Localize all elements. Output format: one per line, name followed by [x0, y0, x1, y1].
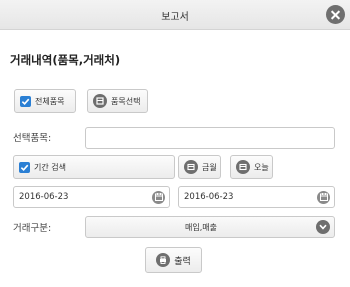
select-item-label: 품목선택: [111, 96, 141, 106]
chevron-down-icon: [316, 220, 330, 234]
calendar-icon[interactable]: [317, 190, 330, 204]
selected-item-input[interactable]: [85, 127, 335, 149]
this-month-button[interactable]: 금월: [178, 155, 221, 179]
trade-type-label: 거래구분:: [13, 223, 52, 234]
start-date-field[interactable]: 2016-06-23: [13, 186, 170, 208]
end-date-field[interactable]: 2016-06-23: [178, 186, 335, 208]
circle-icon: [236, 160, 250, 174]
calendar-icon[interactable]: [152, 190, 165, 204]
trade-type-value: 매입,매출: [185, 222, 217, 232]
trade-type-select[interactable]: 매입,매출: [85, 216, 335, 238]
window-title: 보고서: [161, 12, 189, 23]
period-search-label: 기간 검색: [34, 162, 66, 172]
title-bar: 보고서: [0, 0, 350, 30]
check-icon: [20, 95, 31, 107]
end-date-value: 2016-06-23: [184, 192, 234, 202]
selected-item-label: 선택품목:: [13, 133, 52, 144]
all-items-checkbox[interactable]: 전체품목: [14, 89, 76, 113]
period-search-checkbox[interactable]: 기간 검색: [13, 155, 175, 179]
check-icon: [19, 161, 30, 173]
print-icon: [156, 253, 171, 267]
today-button[interactable]: 오늘: [230, 155, 273, 179]
today-label: 오늘: [254, 162, 269, 172]
close-icon[interactable]: [326, 5, 345, 24]
circle-icon: [93, 94, 107, 108]
this-month-label: 금월: [202, 162, 217, 172]
select-item-button[interactable]: 품목선택: [87, 89, 148, 113]
start-date-value: 2016-06-23: [19, 192, 69, 202]
print-button[interactable]: 출력: [145, 247, 202, 273]
all-items-label: 전체품목: [35, 96, 65, 106]
print-label: 출력: [174, 256, 191, 267]
section-title: 거래내역(품목,거래처): [10, 53, 121, 67]
circle-icon: [184, 160, 198, 174]
